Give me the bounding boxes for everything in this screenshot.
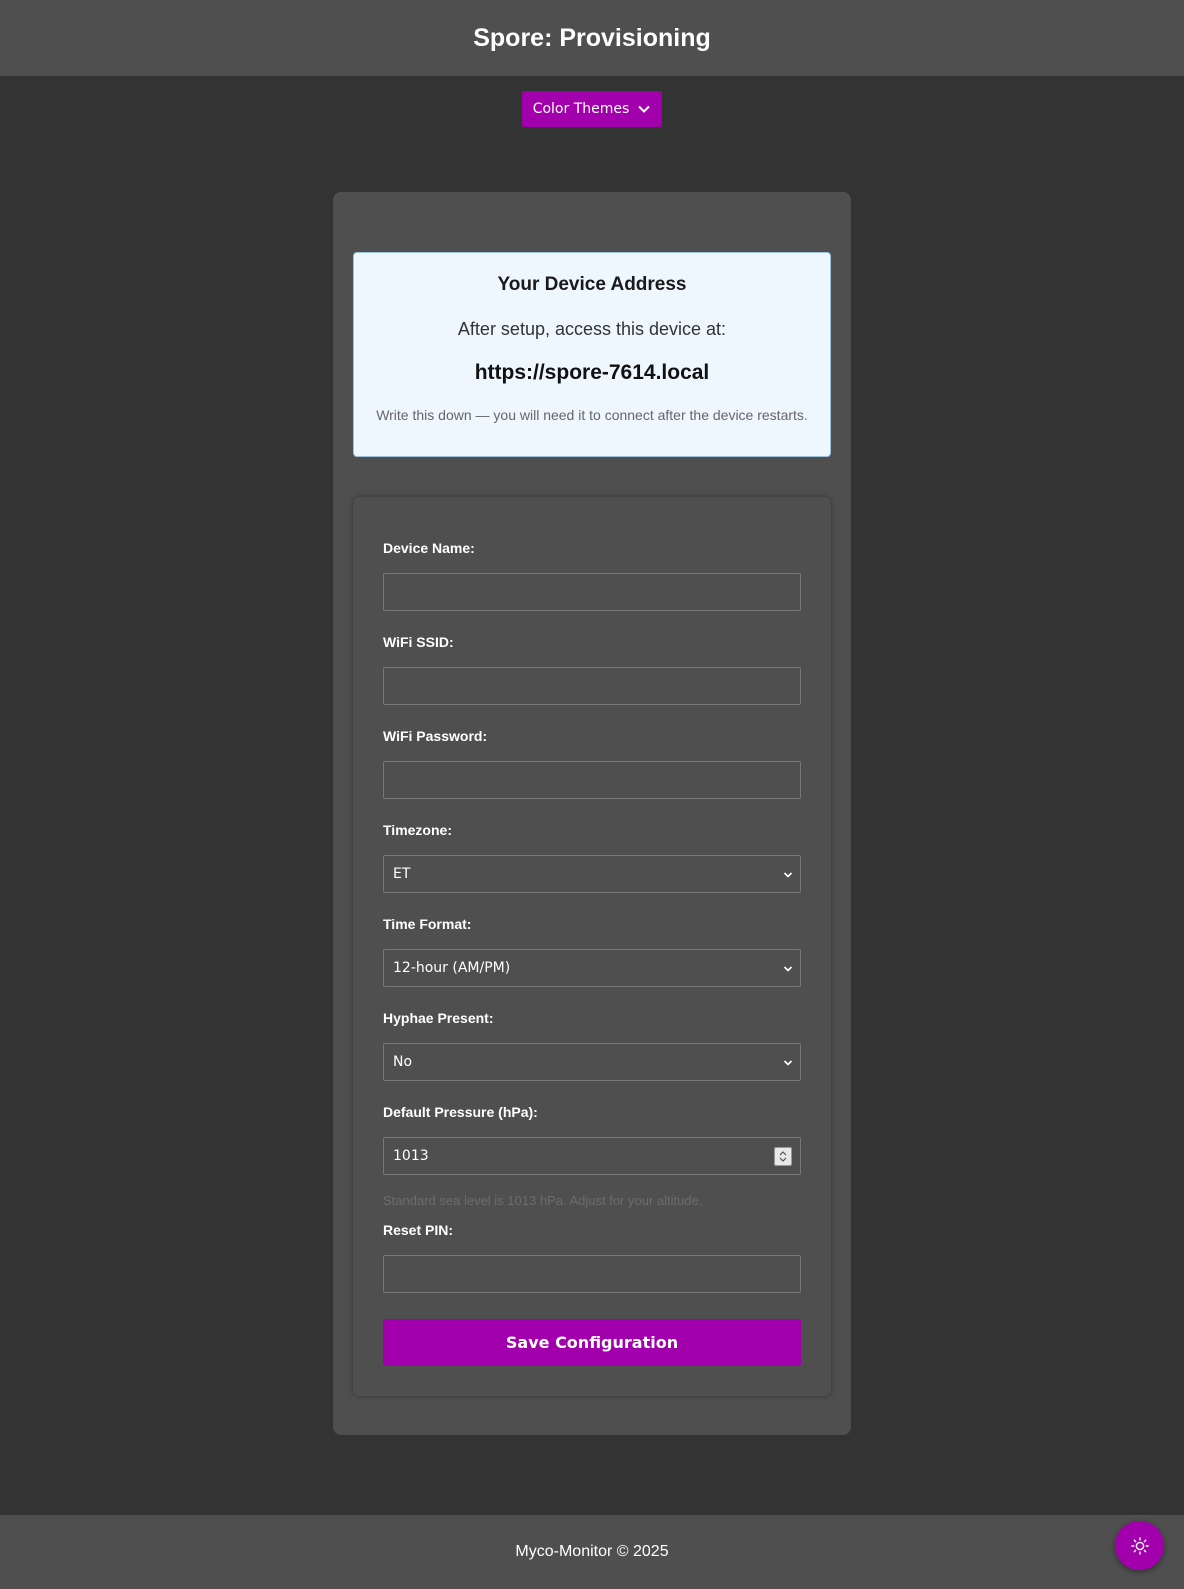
sun-icon xyxy=(1130,1536,1149,1555)
time-format-label: Time Format: xyxy=(383,916,472,932)
reset-pin-label: Reset PIN: xyxy=(383,1222,454,1238)
default-pressure-input[interactable]: 1013 xyxy=(383,1137,801,1175)
save-configuration-button[interactable]: Save Configuration xyxy=(383,1319,801,1366)
address-subtitle: After setup, access this device at: xyxy=(457,319,727,339)
hyphae-present-select[interactable]: No xyxy=(383,1043,801,1081)
device-url: https://spore-7614.local xyxy=(474,361,710,384)
address-title: Your Device Address xyxy=(497,274,687,295)
time-format-select[interactable]: 12-hour (AM/PM) xyxy=(383,949,801,987)
color-themes-button[interactable]: Color Themes xyxy=(522,91,662,127)
wifi-ssid-input[interactable] xyxy=(383,667,801,705)
footer-text: Myco-Monitor © 2025 xyxy=(515,1543,669,1560)
wifi-ssid-label: WiFi SSID: xyxy=(383,634,454,650)
footer: Myco-Monitor © 2025 xyxy=(0,1515,1184,1589)
device-address-box: Your Device Address After setup, access … xyxy=(353,252,831,457)
device-name-input[interactable] xyxy=(383,573,801,611)
time-format-value: 12-hour (AM/PM) xyxy=(393,960,511,976)
chevron-down-icon xyxy=(783,872,793,878)
chevron-down-icon xyxy=(783,966,793,972)
hyphae-present-value: No xyxy=(393,1054,413,1070)
spinner-arrows-icon xyxy=(779,1151,787,1162)
chevron-down-icon xyxy=(783,1060,793,1066)
page-title: Spore: Provisioning xyxy=(473,23,711,52)
top-bar: Spore: Provisioning xyxy=(0,0,1184,76)
color-themes-label: Color Themes xyxy=(532,101,630,117)
hyphae-present-label: Hyphae Present: xyxy=(383,1010,494,1026)
reset-pin-input[interactable] xyxy=(383,1255,801,1293)
theme-toggle-button[interactable] xyxy=(1115,1521,1164,1570)
address-note: Write this down — you will need it to co… xyxy=(376,407,808,423)
wifi-password-label: WiFi Password: xyxy=(383,728,488,744)
timezone-label: Timezone: xyxy=(383,822,452,838)
chevron-down-icon xyxy=(638,105,651,113)
default-pressure-value: 1013 xyxy=(393,1148,429,1164)
number-spinner[interactable] xyxy=(774,1147,792,1166)
timezone-select[interactable]: ET xyxy=(383,855,801,893)
timezone-value: ET xyxy=(393,866,411,882)
default-pressure-label: Default Pressure (hPa): xyxy=(383,1104,538,1120)
wifi-password-input[interactable] xyxy=(383,761,801,799)
pressure-hint: Standard sea level is 1013 hPa. Adjust f… xyxy=(383,1193,703,1208)
device-name-label: Device Name: xyxy=(383,540,475,556)
